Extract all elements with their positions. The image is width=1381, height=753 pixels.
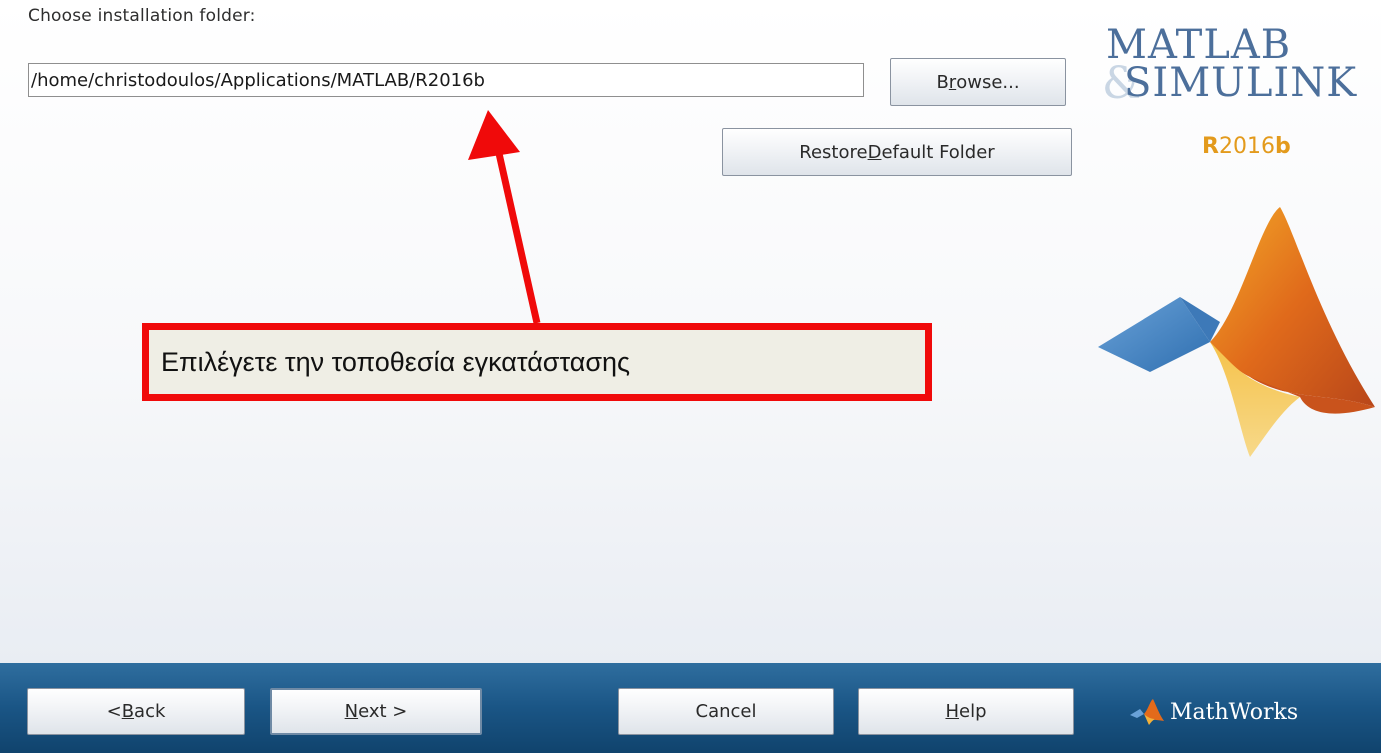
footer-bar: < Back Next > Cancel Help MathWorks bbox=[0, 663, 1381, 753]
installer-panel: Choose installation folder: Browse... Re… bbox=[0, 0, 1381, 663]
restore-label-post: efault Folder bbox=[881, 141, 995, 163]
next-label-post: ext > bbox=[358, 701, 408, 722]
back-label-mnemonic: B bbox=[121, 701, 135, 722]
restore-label-mnemonic: D bbox=[867, 141, 882, 163]
cancel-button[interactable]: Cancel bbox=[618, 688, 834, 735]
cancel-label: Cancel bbox=[695, 701, 757, 722]
matlab-simulink-logo: MATLAB & SIMULINK R2016b bbox=[1090, 22, 1381, 462]
browse-label-pre: B bbox=[936, 71, 949, 93]
back-label-post: ack bbox=[134, 701, 166, 722]
help-button[interactable]: Help bbox=[858, 688, 1074, 735]
release-year: 2016 bbox=[1218, 134, 1275, 159]
release-letter: b bbox=[1274, 134, 1291, 159]
logo-simulink-text: SIMULINK bbox=[1124, 60, 1358, 106]
mathworks-logo: MathWorks bbox=[1130, 697, 1298, 727]
help-label-mnemonic: H bbox=[945, 701, 960, 722]
restore-label-pre: Restore bbox=[799, 141, 868, 163]
install-path-input[interactable] bbox=[28, 63, 864, 97]
next-label-mnemonic: N bbox=[344, 701, 359, 722]
browse-label-post: owse... bbox=[956, 71, 1020, 93]
matlab-membrane-icon bbox=[1098, 207, 1375, 457]
mathworks-membrane-icon bbox=[1130, 699, 1164, 725]
browse-label-mnemonic: r bbox=[948, 71, 957, 93]
folder-label: Choose installation folder: bbox=[28, 6, 256, 26]
help-label-post: elp bbox=[959, 701, 987, 722]
release-r: R bbox=[1202, 134, 1219, 159]
browse-button[interactable]: Br owse... bbox=[890, 58, 1066, 106]
back-label-pre: < bbox=[106, 701, 122, 722]
restore-default-folder-button[interactable]: Restore Default Folder bbox=[722, 128, 1072, 176]
release-label: R2016b bbox=[1202, 134, 1291, 159]
back-button[interactable]: < Back bbox=[27, 688, 245, 735]
next-button[interactable]: Next > bbox=[270, 688, 482, 735]
mathworks-text: MathWorks bbox=[1170, 699, 1299, 725]
annotation-callout: Επιλέγετε την τοποθεσία εγκατάστασης bbox=[142, 323, 932, 401]
